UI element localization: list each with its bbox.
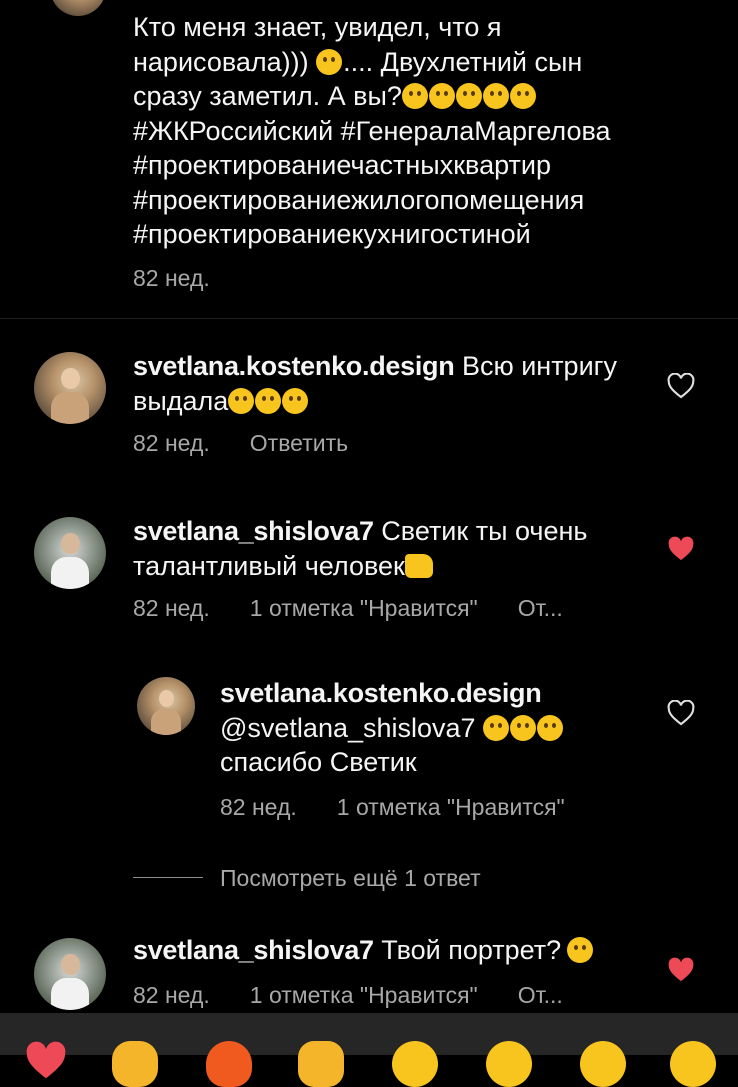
comment-body-line2: выдала bbox=[133, 385, 229, 416]
shushing-emoji-icon bbox=[455, 83, 482, 109]
quick-reactions-bar bbox=[0, 1013, 738, 1087]
caption-line-2: нарисовала))) .... Двухлетний сын bbox=[133, 46, 583, 77]
fire-reaction-icon[interactable] bbox=[206, 1041, 252, 1087]
comment-meta: 82 нед. 1 отметка "Нравится" От... bbox=[133, 982, 603, 1009]
comment-time: 82 нед. bbox=[133, 430, 210, 456]
crying-laugh-reaction-icon[interactable] bbox=[392, 1041, 438, 1087]
clap-reaction-icon[interactable] bbox=[112, 1041, 158, 1087]
heart-eyes-reaction-icon[interactable] bbox=[486, 1041, 532, 1087]
shushing-emoji-icon bbox=[401, 83, 428, 109]
heart-filled-icon[interactable] bbox=[667, 536, 695, 562]
comment-body: @svetlana_shislova7 bbox=[220, 711, 650, 746]
reply-button[interactable]: Ответить bbox=[250, 430, 348, 456]
avatar[interactable] bbox=[34, 352, 106, 424]
comment-username[interactable]: svetlana.kostenko.design bbox=[133, 351, 455, 381]
reply-button[interactable]: От... bbox=[518, 595, 563, 621]
comment-text: svetlana_shislova7 Твой портрет? bbox=[133, 933, 653, 968]
comment-likes[interactable]: 1 отметка "Нравится" bbox=[250, 982, 478, 1008]
comment-body-line2: спасибо Светик bbox=[220, 747, 417, 777]
comment-time: 82 нед. bbox=[220, 794, 297, 820]
heart-reaction-icon[interactable] bbox=[20, 1041, 72, 1081]
comment-username[interactable]: svetlana_shislova7 bbox=[133, 935, 374, 965]
caption-time: 82 нед. bbox=[133, 265, 210, 291]
comment-body: Светик ты очень bbox=[381, 516, 588, 546]
grin-emoji-icon bbox=[255, 387, 282, 414]
grin-emoji-icon bbox=[282, 387, 309, 414]
comment-time: 82 нед. bbox=[133, 595, 210, 621]
comment-body: Всю интригу bbox=[461, 351, 618, 381]
shushing-emoji-icon bbox=[509, 83, 536, 109]
view-more-replies-label[interactable]: Посмотреть ещё 1 ответ bbox=[220, 865, 481, 892]
thumbs-up-emoji-icon bbox=[404, 553, 433, 578]
comment-meta: 82 нед. 1 отметка "Нравится" bbox=[220, 794, 605, 821]
comment-likes[interactable]: 1 отметка "Нравится" bbox=[337, 794, 565, 820]
reply-thread-line bbox=[133, 877, 203, 878]
wow-reaction-icon[interactable] bbox=[580, 1041, 626, 1087]
caption-text: Кто меня знает, увидел, что я нарисовала… bbox=[133, 10, 693, 252]
caption-line-1: Кто меня знает, увидел, что я bbox=[133, 12, 502, 42]
reply-button[interactable]: От... bbox=[518, 982, 563, 1008]
comment-text: svetlana_shislova7 Светик ты очень талан… bbox=[133, 514, 653, 583]
laugh-reaction-icon[interactable] bbox=[670, 1041, 716, 1087]
comment-time: 82 нед. bbox=[133, 982, 210, 1008]
caption-avatar[interactable] bbox=[50, 0, 106, 16]
comment-body: Твой портрет? bbox=[381, 935, 562, 965]
wink-emoji-icon bbox=[316, 48, 343, 75]
comment-body-line2: талантливый человек bbox=[133, 550, 405, 581]
comment-meta: 82 нед. 1 отметка "Нравится" От... bbox=[133, 595, 603, 622]
comment-username[interactable]: svetlana.kostenko.design bbox=[220, 676, 650, 711]
heart-outline-icon[interactable] bbox=[667, 700, 695, 726]
kiss-emoji-icon bbox=[537, 714, 564, 741]
caption-line-3: сразу заметил. А вы? bbox=[133, 79, 693, 114]
comment-meta: 82 нед. Ответить bbox=[133, 430, 388, 457]
hashtag-line-3[interactable]: #проектированиежилогопомещения bbox=[133, 183, 693, 218]
avatar[interactable] bbox=[34, 517, 106, 589]
kiss-emoji-icon bbox=[510, 714, 537, 741]
hashtag-line-4[interactable]: #проектированиекухнигостиной bbox=[133, 217, 693, 252]
kiss-emoji-icon bbox=[483, 714, 510, 741]
comment-likes[interactable]: 1 отметка "Нравится" bbox=[250, 595, 478, 621]
comment-username[interactable]: svetlana_shislova7 bbox=[133, 516, 374, 546]
grin-emoji-icon bbox=[567, 937, 594, 963]
raised-hands-reaction-icon[interactable] bbox=[298, 1041, 344, 1087]
heart-outline-icon[interactable] bbox=[667, 373, 695, 399]
comment-text: svetlana.kostenko.design @svetlana_shisl… bbox=[220, 676, 650, 780]
divider bbox=[0, 318, 738, 319]
mention-link[interactable]: @svetlana_shislova7 bbox=[220, 713, 476, 743]
hashtag-line-1[interactable]: #ЖКРоссийский #ГенералаМаргелова bbox=[133, 114, 693, 149]
shushing-emoji-icon bbox=[482, 83, 509, 109]
comment-text: svetlana.kostenko.design Всю интригу выд… bbox=[133, 349, 653, 418]
laughing-emoji-icon bbox=[228, 387, 255, 414]
avatar[interactable] bbox=[34, 938, 106, 1010]
hashtag-line-2[interactable]: #проектированиечастныхквартир bbox=[133, 148, 693, 183]
avatar[interactable] bbox=[137, 677, 195, 735]
caption-cutoff-line bbox=[133, 0, 653, 2]
shushing-emoji-icon bbox=[428, 83, 455, 109]
heart-filled-icon[interactable] bbox=[667, 957, 695, 983]
